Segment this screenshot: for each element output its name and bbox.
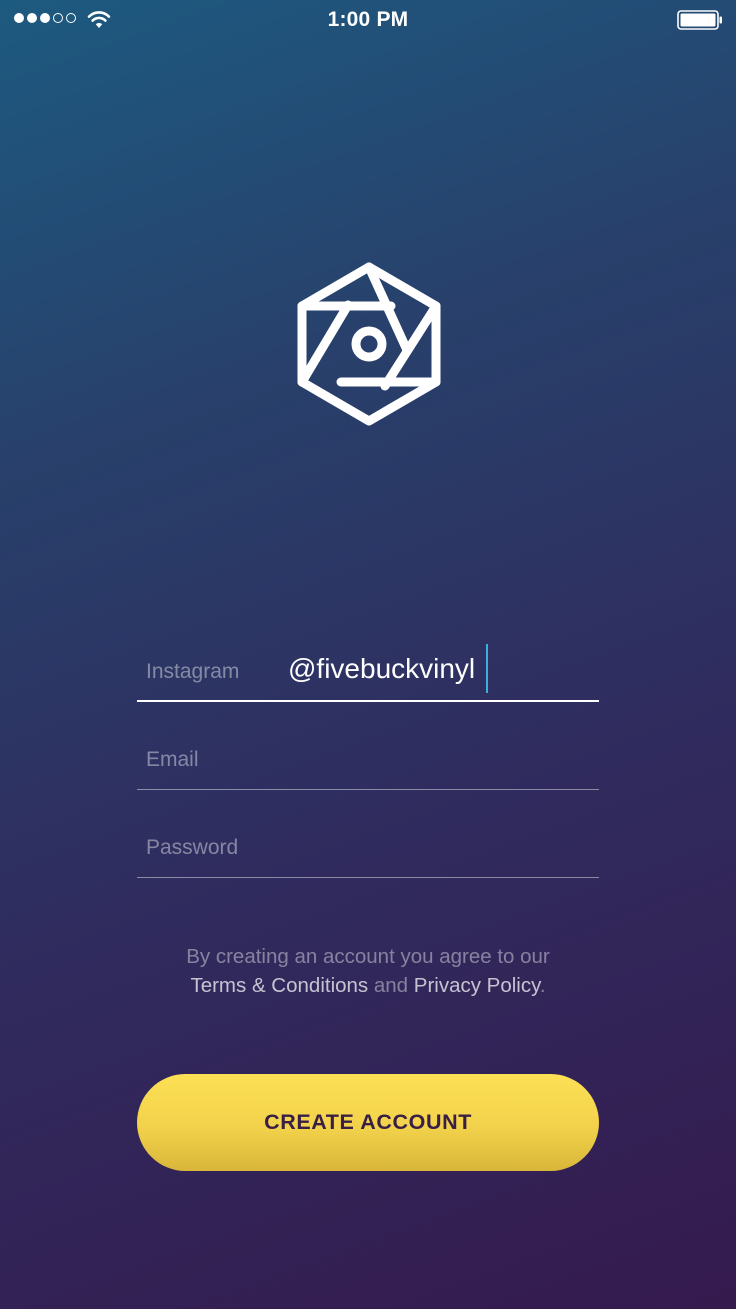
- password-field-placeholder: Password: [146, 836, 239, 859]
- terms-notice-end: .: [539, 974, 546, 997]
- hexagon-aperture-logo-icon: [297, 262, 441, 426]
- create-account-button-label: CREATE ACCOUNT: [264, 1110, 472, 1134]
- instagram-field-value[interactable]: @fivebuckvinyl: [288, 653, 475, 685]
- terms-notice-intro: By creating an account you agree to our: [186, 945, 550, 968]
- instagram-field[interactable]: Instagram @fivebuckvinyl: [137, 632, 599, 702]
- email-field-placeholder: Email: [146, 748, 199, 771]
- terms-conditions-link[interactable]: Terms & Conditions: [190, 974, 368, 997]
- status-time: 1:00 PM: [327, 8, 409, 31]
- email-field[interactable]: Email: [137, 720, 599, 790]
- terms-notice: By creating an account you agree to our …: [137, 942, 599, 1000]
- text-cursor: [486, 644, 488, 693]
- status-bar: 1:00 PM: [0, 0, 736, 40]
- create-account-button[interactable]: CREATE ACCOUNT: [137, 1074, 599, 1171]
- password-field[interactable]: Password: [137, 808, 599, 878]
- terms-notice-joiner: and: [368, 974, 414, 997]
- privacy-policy-link[interactable]: Privacy Policy: [414, 974, 540, 997]
- battery-full-icon: [677, 10, 722, 30]
- instagram-field-label: Instagram: [146, 660, 240, 683]
